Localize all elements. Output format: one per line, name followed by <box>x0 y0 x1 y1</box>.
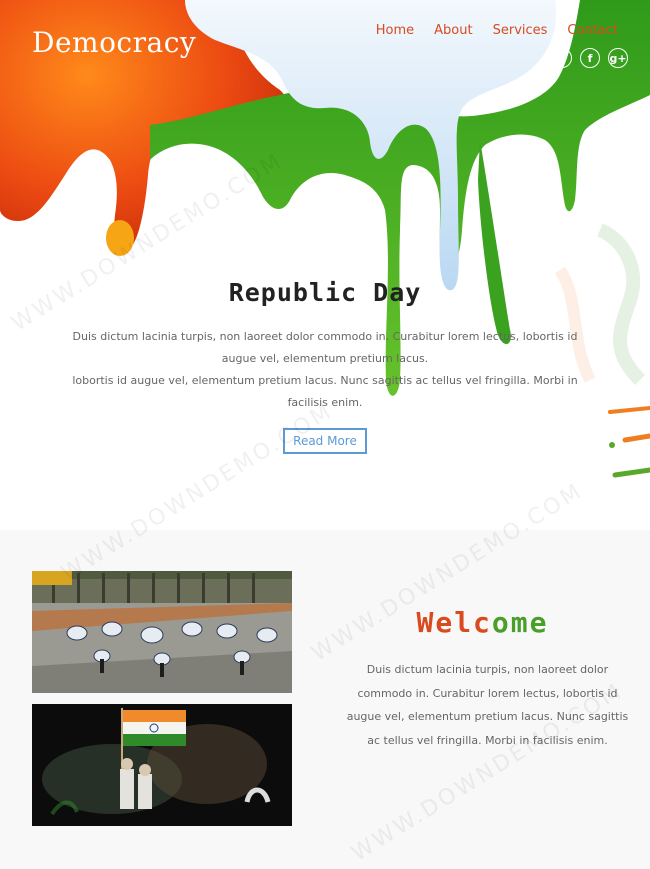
welcome-title: Welcome <box>325 606 640 639</box>
flag-photo <box>32 704 292 826</box>
nav-services-link[interactable]: Services <box>493 23 548 38</box>
welcome-title-part2: ome <box>491 606 549 639</box>
welcome-title-part1: Welc <box>416 606 492 639</box>
hero-title: Republic Day <box>228 278 422 307</box>
hero-paragraph-1: Duis dictum lacinia turpis, non laoreet … <box>72 330 578 365</box>
main-nav: Home About Services Contact <box>356 23 618 38</box>
nav-about-link[interactable]: About <box>434 23 472 38</box>
welcome-text: Duis dictum lacinia turpis, non laoreet … <box>346 663 629 747</box>
dribbble-icon[interactable]: ✲ <box>552 48 572 68</box>
hero-section: Democracy Home About Services Contact ✲ … <box>0 0 650 530</box>
nav-contact-link[interactable]: Contact <box>567 23 618 38</box>
hero-text: Duis dictum lacinia turpis, non laoreet … <box>55 326 595 414</box>
welcome-section: Welcome Duis dictum lacinia turpis, non … <box>0 530 650 869</box>
site-logo[interactable]: Democracy <box>32 26 196 59</box>
read-more-button[interactable]: Read More <box>283 428 367 454</box>
facebook-icon[interactable]: f <box>580 48 600 68</box>
nav-home-link[interactable]: Home <box>376 23 414 38</box>
google-plus-icon[interactable]: g+ <box>608 48 628 68</box>
parade-photo <box>32 571 292 693</box>
hero-paragraph-2: lobortis id augue vel, elementum pretium… <box>72 374 578 409</box>
social-links: ✲ f g+ <box>552 48 628 68</box>
